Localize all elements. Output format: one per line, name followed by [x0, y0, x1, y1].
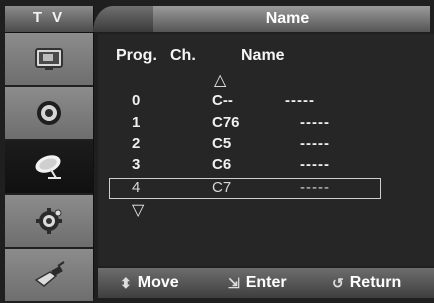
menu-title: Name: [265, 10, 310, 27]
scroll-down-indicator[interactable]: ▽: [132, 200, 144, 220]
row-prog: 2: [132, 135, 141, 152]
row-name: -----: [300, 156, 330, 173]
picture-icon: [35, 48, 63, 70]
input-plug-icon: [34, 261, 65, 287]
updown-arrows-icon: ⬍: [120, 274, 132, 291]
program-row-selected[interactable]: 4 C7 -----: [109, 178, 381, 199]
scroll-up-indicator[interactable]: △: [214, 70, 226, 90]
sidebar: T V: [5, 6, 94, 303]
help-return: ↺ Return: [332, 274, 401, 292]
row-channel: C76: [212, 114, 240, 131]
program-row[interactable]: 1 C76 -----: [110, 114, 378, 134]
row-name: -----: [300, 179, 330, 196]
help-move: ⬍ Move: [120, 274, 179, 292]
column-header-ch: Ch.: [170, 47, 196, 64]
help-enter: ⇲ Enter: [228, 274, 287, 292]
row-prog: 4: [132, 179, 141, 196]
tv-menu-screen: T V Name Prog. Ch. Name △ 0 C-- ----- 1 …: [0, 0, 434, 303]
sidebar-item-picture[interactable]: [5, 33, 93, 87]
row-name: -----: [285, 92, 315, 109]
sidebar-item-input[interactable]: [5, 249, 93, 303]
row-channel: C6: [212, 156, 232, 173]
column-header-prog: Prog.: [116, 47, 157, 64]
sidebar-item-channel[interactable]: [5, 141, 93, 195]
row-channel: C7: [212, 179, 232, 196]
program-name-list: Prog. Ch. Name △ 0 C-- ----- 1 C76 -----…: [98, 34, 434, 266]
row-name: -----: [300, 135, 330, 152]
help-return-label: Return: [349, 274, 402, 291]
menu-title-bar: Name: [93, 6, 430, 32]
row-name: -----: [300, 114, 330, 131]
column-header-name: Name: [241, 47, 285, 64]
sidebar-item-setup[interactable]: [5, 195, 93, 249]
row-channel: C5: [212, 135, 232, 152]
setup-gear-icon: [36, 208, 62, 234]
program-row[interactable]: 2 C5 -----: [110, 135, 378, 155]
sound-icon: [37, 101, 61, 125]
row-prog: 3: [132, 156, 141, 173]
help-move-label: Move: [137, 274, 179, 291]
program-row[interactable]: 0 C-- -----: [110, 92, 378, 112]
row-prog: 0: [132, 92, 141, 109]
sidebar-title: T V: [5, 6, 93, 33]
return-icon: ↺: [332, 274, 344, 291]
row-channel: C--: [212, 92, 233, 109]
footer-help-bar: ⬍ Move ⇲ Enter ↺ Return: [98, 268, 434, 298]
channel-dish-icon: [35, 155, 61, 179]
program-row[interactable]: 3 C6 -----: [110, 156, 378, 176]
help-enter-label: Enter: [245, 274, 287, 291]
sidebar-item-sound[interactable]: [5, 87, 93, 141]
enter-icon: ⇲: [228, 274, 240, 291]
row-prog: 1: [132, 114, 141, 131]
